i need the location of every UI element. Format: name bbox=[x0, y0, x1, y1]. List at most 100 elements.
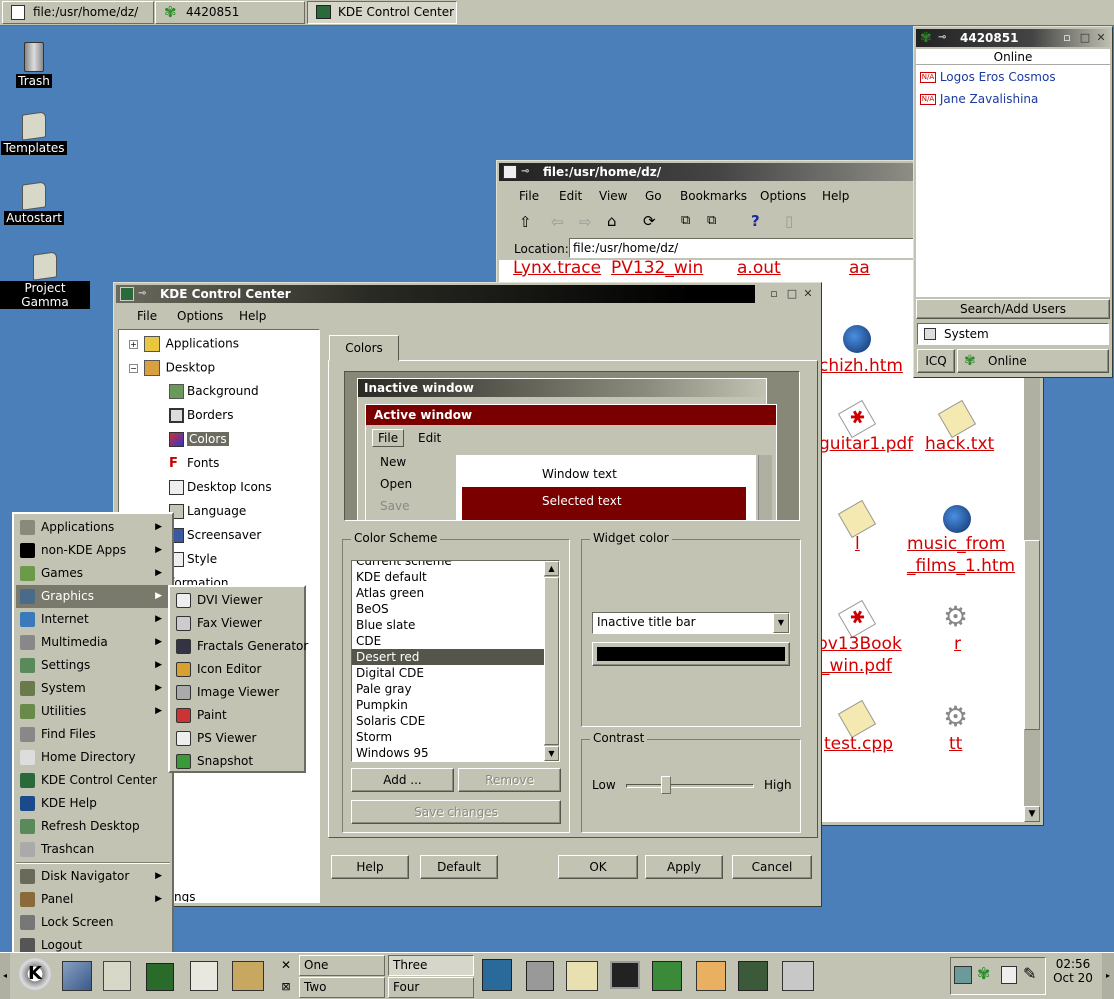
add-scheme-button[interactable]: Add ... bbox=[351, 768, 454, 792]
file-link[interactable]: PV132_win bbox=[611, 260, 703, 278]
scheme-list-item[interactable]: Blue slate bbox=[352, 617, 559, 633]
close-icon[interactable]: ✕ bbox=[801, 287, 815, 301]
paste-icon[interactable]: ⧉ bbox=[707, 213, 716, 228]
status-button[interactable]: ✾ Online bbox=[957, 349, 1109, 373]
icq-flower-icon[interactable]: ✾ bbox=[920, 29, 932, 47]
menu-file[interactable]: File bbox=[137, 309, 157, 323]
icq-button[interactable]: ICQ bbox=[917, 349, 955, 373]
mail-icon[interactable] bbox=[696, 961, 726, 991]
file-link[interactable]: l bbox=[855, 534, 860, 554]
kmenu-item-refresh-desktop[interactable]: Refresh Desktop bbox=[16, 815, 170, 838]
tree-item-applications[interactable]: + Applications bbox=[129, 336, 239, 352]
scheme-scrollbar[interactable]: ▲ ▼ bbox=[544, 561, 559, 761]
clock[interactable]: 02:56 Oct 20 bbox=[1050, 957, 1096, 995]
submenu-item-paint[interactable]: Paint bbox=[172, 704, 302, 727]
kcc-icon[interactable] bbox=[120, 287, 134, 301]
file-link[interactable]: aa bbox=[849, 260, 870, 278]
back-arrow-icon[interactable]: ⇦ bbox=[551, 213, 564, 231]
location-input[interactable]: file:/usr/home/dz/ bbox=[569, 238, 914, 258]
file-link[interactable]: test.cpp bbox=[824, 734, 893, 754]
default-button[interactable]: Default bbox=[420, 855, 498, 879]
submenu-item-icon-editor[interactable]: Icon Editor bbox=[172, 658, 302, 681]
scroll-down-arrow[interactable]: ▼ bbox=[1024, 806, 1040, 822]
tab-colors[interactable]: Colors bbox=[329, 335, 399, 361]
file-link[interactable]: a.out bbox=[737, 260, 781, 278]
forward-arrow-icon[interactable]: ⇨ bbox=[579, 213, 592, 231]
submenu-item-snapshot[interactable]: Snapshot bbox=[172, 750, 302, 773]
tree-item-borders[interactable]: Borders bbox=[169, 408, 233, 423]
apply-button[interactable]: Apply bbox=[645, 855, 723, 879]
printer-icon[interactable] bbox=[782, 961, 814, 991]
broom-icon[interactable]: ✎ bbox=[1023, 964, 1041, 984]
submenu-item-image-viewer[interactable]: Image Viewer bbox=[172, 681, 302, 704]
desktop-4-button[interactable]: Four bbox=[388, 977, 474, 998]
contact-item[interactable]: N/A Logos Eros Cosmos bbox=[920, 70, 1056, 84]
monitor-icon[interactable] bbox=[610, 961, 640, 989]
maximize-icon[interactable]: □ bbox=[785, 287, 799, 301]
kmenu-item-multimedia[interactable]: Multimedia ▶ bbox=[16, 631, 170, 654]
network-tray-icon[interactable] bbox=[954, 966, 972, 984]
icq-flower-icon[interactable]: ✾ bbox=[977, 964, 990, 983]
tree-item-language[interactable]: Language bbox=[169, 504, 246, 519]
scheme-list-item[interactable]: Current scheme bbox=[352, 561, 559, 569]
pin-icon[interactable]: ⊸ bbox=[138, 285, 146, 303]
kmenu-item-graphics[interactable]: Graphics ▶ bbox=[16, 585, 170, 608]
submenu-item-ps-viewer[interactable]: PS Viewer bbox=[172, 727, 302, 750]
system-row[interactable]: System bbox=[917, 323, 1109, 345]
kmenu-item-system[interactable]: System ▶ bbox=[16, 677, 170, 700]
help-button[interactable]: Help bbox=[331, 855, 409, 879]
kmenu-item-settings[interactable]: Settings ▶ bbox=[16, 654, 170, 677]
home-icon[interactable]: ⌂ bbox=[607, 212, 617, 230]
icq-titlebar[interactable]: ✾ ⊸ 4420851 ▫ □ ✕ bbox=[916, 29, 1110, 47]
desktop-icon-autostart[interactable]: Autostart bbox=[0, 181, 79, 225]
desktop-2-button[interactable]: Two bbox=[299, 977, 385, 998]
file-link[interactable]: _win.pdf bbox=[821, 656, 892, 676]
pin-icon[interactable]: ⊸ bbox=[521, 163, 529, 181]
kcc-titlebar[interactable]: ⊸ KDE Control Center bbox=[116, 285, 755, 303]
desktop-3-button[interactable]: Three bbox=[388, 955, 474, 976]
window-menu-icon[interactable] bbox=[503, 165, 517, 179]
scheme-list-item[interactable]: Digital CDE bbox=[352, 665, 559, 681]
menu-view[interactable]: View bbox=[599, 189, 627, 203]
task-kcc[interactable]: KDE Control Center bbox=[307, 1, 457, 24]
kmenu-item-internet[interactable]: Internet ▶ bbox=[16, 608, 170, 631]
kmenu-item-find-files[interactable]: Find Files bbox=[16, 723, 170, 746]
file-link[interactable]: Lynx.trace bbox=[513, 260, 601, 278]
home-folder-icon[interactable] bbox=[103, 961, 131, 991]
submenu-item-fractals-generator[interactable]: Fractals Generator bbox=[172, 635, 308, 658]
k-menu-button[interactable]: K bbox=[14, 955, 54, 997]
stop-icon[interactable]: ▯ bbox=[785, 212, 793, 230]
clipboard-icon[interactable] bbox=[1001, 966, 1017, 984]
help-icon[interactable]: ? bbox=[751, 212, 760, 230]
save-changes-button[interactable]: Save changes bbox=[351, 800, 561, 824]
menu-file[interactable]: File bbox=[519, 189, 539, 203]
kmenu-item-panel[interactable]: Panel ▶ bbox=[16, 888, 170, 911]
menu-options[interactable]: Options bbox=[760, 189, 806, 203]
tree-item-style[interactable]: Style bbox=[169, 552, 217, 567]
scheme-list-item[interactable]: Atlas green bbox=[352, 585, 559, 601]
tree-item-desktop-icons[interactable]: Desktop Icons bbox=[169, 480, 272, 495]
minimize-icon[interactable]: ▫ bbox=[767, 287, 781, 301]
kmenu-item-lock-screen[interactable]: Lock Screen bbox=[16, 911, 170, 934]
contact-item[interactable]: N/A Jane Zavalishina bbox=[920, 92, 1038, 106]
chevron-down-icon[interactable]: ▼ bbox=[773, 613, 789, 633]
kmenu-item-kde-control-center[interactable]: KDE Control Center bbox=[16, 769, 170, 792]
contrast-slider[interactable] bbox=[626, 784, 754, 788]
task-konqueror[interactable]: file:/usr/home/dz/ bbox=[2, 1, 154, 24]
scheme-list-item[interactable]: Windows 95 bbox=[352, 745, 559, 761]
copy-icon[interactable]: ⧉ bbox=[681, 213, 690, 228]
ok-button[interactable]: OK bbox=[558, 855, 638, 879]
network-icon[interactable] bbox=[738, 961, 768, 991]
desktop-1-button[interactable]: One bbox=[299, 955, 385, 976]
kmenu-item-non-kde-apps[interactable]: non-KDE Apps ▶ bbox=[16, 539, 170, 562]
close-all-icon[interactable]: ✕ bbox=[277, 955, 295, 975]
kmenu-item-trashcan[interactable]: Trashcan bbox=[16, 838, 170, 861]
tree-item-settings[interactable]: ngs bbox=[174, 890, 195, 902]
close-icon[interactable]: ✕ bbox=[1094, 31, 1108, 45]
scheme-list-item[interactable]: Storm bbox=[352, 729, 559, 745]
widget-color-swatch-button[interactable] bbox=[592, 642, 790, 666]
submenu-item-fax-viewer[interactable]: Fax Viewer bbox=[172, 612, 302, 635]
kmenu-item-utilities[interactable]: Utilities ▶ bbox=[16, 700, 170, 723]
kmenu-item-kde-help[interactable]: KDE Help bbox=[16, 792, 170, 815]
menu-help[interactable]: Help bbox=[822, 189, 849, 203]
